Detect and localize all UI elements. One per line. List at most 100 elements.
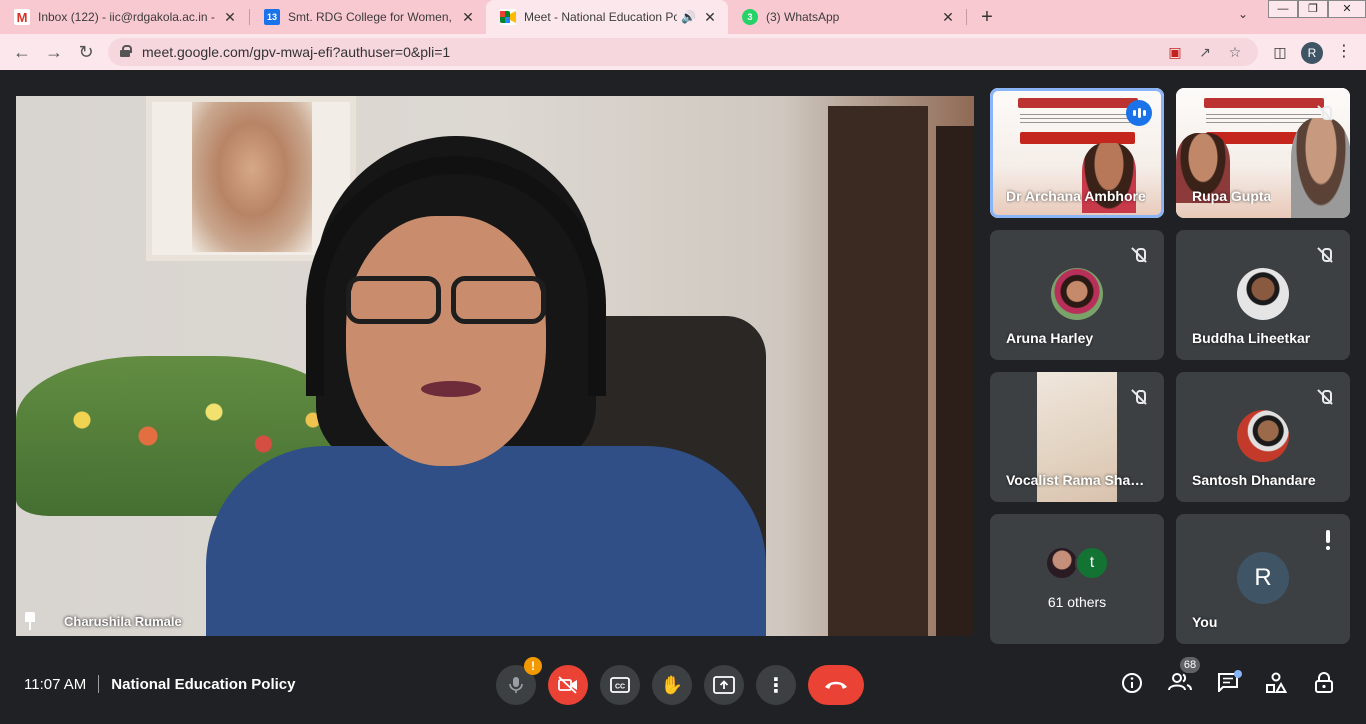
minimize-button[interactable]: —: [1268, 0, 1298, 18]
share-icon[interactable]: ↗: [1196, 43, 1214, 61]
more-vert-icon: ⋮: [766, 674, 786, 697]
door-frame: [936, 126, 974, 636]
microphone-button[interactable]: !: [496, 657, 542, 705]
participant-name: Rupa Gupta: [1192, 188, 1272, 204]
back-arrow-icon[interactable]: ←: [10, 40, 34, 64]
gmail-icon: M: [14, 9, 30, 25]
tab-search-chevron-icon[interactable]: ⌄: [1238, 7, 1248, 21]
present-screen-button[interactable]: [704, 665, 744, 705]
close-tab-icon[interactable]: ✕: [940, 9, 956, 26]
tab-divider: [966, 9, 967, 25]
bookmark-star-icon[interactable]: ☆: [1226, 43, 1244, 61]
url-text[interactable]: meet.google.com/gpv-mwaj-efi?authuser=0&…: [142, 44, 450, 60]
tab-calendar[interactable]: 13 Smt. RDG College for Women, Akola ✕: [250, 0, 486, 34]
tab-gmail[interactable]: M Inbox (122) - iic@rdgakola.ac.in - S ✕: [0, 0, 248, 34]
raise-hand-button[interactable]: ✋: [652, 665, 692, 705]
close-tab-icon[interactable]: ✕: [222, 9, 238, 26]
meeting-info-icon[interactable]: [1119, 672, 1145, 698]
muted-mic-icon: [1130, 388, 1148, 406]
muted-mic-icon: [1316, 104, 1334, 122]
others-avatars: t: [1045, 546, 1115, 580]
calendar-icon: 13: [264, 9, 280, 25]
lock-icon[interactable]: [120, 45, 132, 57]
meeting-time: 11:07 AM: [24, 675, 87, 693]
participant-name: You: [1192, 614, 1218, 630]
participant-name: Dr Archana Ambhore: [1006, 188, 1146, 204]
participant-tile[interactable]: Rupa Gupta: [1176, 88, 1350, 218]
pin-icon[interactable]: [22, 612, 38, 630]
alert-icon[interactable]: [1324, 530, 1332, 550]
forward-arrow-icon[interactable]: →: [42, 40, 66, 64]
restore-button[interactable]: ❐: [1298, 0, 1328, 18]
hand-icon: ✋: [660, 674, 684, 695]
tab-title: (3) WhatsApp: [766, 10, 840, 24]
tab-meet[interactable]: Meet - National Education Polic 🔊 ✕: [486, 0, 728, 34]
microphone-icon: [509, 677, 523, 693]
speaking-indicator-icon: [1126, 100, 1152, 126]
reload-icon[interactable]: ↻: [74, 40, 98, 64]
door: [828, 106, 928, 636]
meet-icon: [500, 9, 516, 25]
muted-mic-icon: [1316, 246, 1334, 264]
mic-warning-badge: !: [524, 657, 542, 675]
participant-name: Vocalist Rama Shan…: [1006, 472, 1151, 488]
participant-tile[interactable]: Buddha Liheetkar: [1176, 230, 1350, 360]
chat-unread-dot: [1234, 670, 1242, 678]
participant-avatar: [1051, 268, 1103, 320]
participant-avatar: [1237, 268, 1289, 320]
meeting-controls-bar: 11:07 AM National Education Policy ! CC …: [0, 650, 1366, 724]
speaker-name-label: Charushila Rumale: [22, 612, 182, 630]
closed-captions-icon: CC: [610, 677, 630, 693]
muted-mic-icon: [1316, 388, 1334, 406]
new-tab-button[interactable]: +: [975, 5, 999, 29]
audio-playing-icon[interactable]: 🔊: [681, 10, 696, 24]
participant-name: Buddha Liheetkar: [1192, 330, 1311, 346]
participant-tile[interactable]: Vocalist Rama Shan…: [990, 372, 1164, 502]
leave-call-button[interactable]: [808, 665, 864, 705]
whatsapp-icon: 3: [742, 9, 758, 25]
divider: [98, 675, 100, 693]
camera-off-button[interactable]: [548, 665, 588, 705]
meeting-title: National Education Policy: [111, 675, 296, 693]
participant-avatar: [1237, 410, 1289, 462]
tab-title: Meet - National Education Polic: [524, 10, 678, 24]
participant-avatar: t: [1075, 546, 1109, 580]
close-tab-icon[interactable]: ✕: [702, 9, 718, 26]
speaker-body: [206, 446, 766, 636]
browser-tab-strip: M Inbox (122) - iic@rdgakola.ac.in - S ✕…: [0, 0, 1366, 34]
others-tile[interactable]: t 61 others: [990, 514, 1164, 644]
participant-tile[interactable]: Dr Archana Ambhore: [990, 88, 1164, 218]
meeting-details: 11:07 AM National Education Policy: [24, 675, 295, 693]
host-controls-lock-icon[interactable]: [1311, 672, 1337, 698]
more-options-button[interactable]: ⋮: [756, 665, 796, 705]
muted-mic-icon: [1130, 246, 1148, 264]
side-panel-icon[interactable]: ◫: [1270, 42, 1290, 62]
tab-title: Smt. RDG College for Women, Akola: [288, 10, 454, 24]
self-avatar: R: [1237, 552, 1289, 604]
camera-blocked-icon[interactable]: ▣: [1166, 43, 1184, 61]
main-speaker-video[interactable]: Charushila Rumale: [16, 96, 974, 636]
participant-tile[interactable]: Santosh Dhandare: [1176, 372, 1350, 502]
participant-count-badge: 68: [1180, 657, 1200, 673]
tab-title: Inbox (122) - iic@rdgakola.ac.in - S: [38, 10, 216, 24]
speaker-name: Charushila Rumale: [64, 613, 182, 629]
captions-button[interactable]: CC: [600, 665, 640, 705]
people-icon[interactable]: [1167, 672, 1193, 698]
profile-avatar[interactable]: R: [1301, 42, 1323, 64]
activities-icon[interactable]: [1263, 672, 1289, 698]
address-bar[interactable]: meet.google.com/gpv-mwaj-efi?authuser=0&…: [108, 38, 1258, 66]
participant-name: Aruna Harley: [1006, 330, 1094, 346]
others-count-label: 61 others: [1047, 594, 1107, 610]
tab-whatsapp[interactable]: 3 (3) WhatsApp ✕: [728, 0, 966, 34]
browser-toolbar: ← → ↻ meet.google.com/gpv-mwaj-efi?authu…: [0, 34, 1366, 70]
hang-up-icon: [825, 681, 847, 689]
svg-text:CC: CC: [615, 684, 625, 691]
browser-menu-icon[interactable]: ⋮: [1334, 42, 1354, 62]
close-tab-icon[interactable]: ✕: [460, 9, 476, 26]
present-screen-icon: [713, 676, 735, 694]
close-window-button[interactable]: ✕: [1328, 0, 1366, 18]
self-tile[interactable]: R You: [1176, 514, 1350, 644]
participant-tile[interactable]: Aruna Harley: [990, 230, 1164, 360]
participant-avatar: [1045, 546, 1079, 580]
camera-off-icon: [558, 676, 577, 694]
